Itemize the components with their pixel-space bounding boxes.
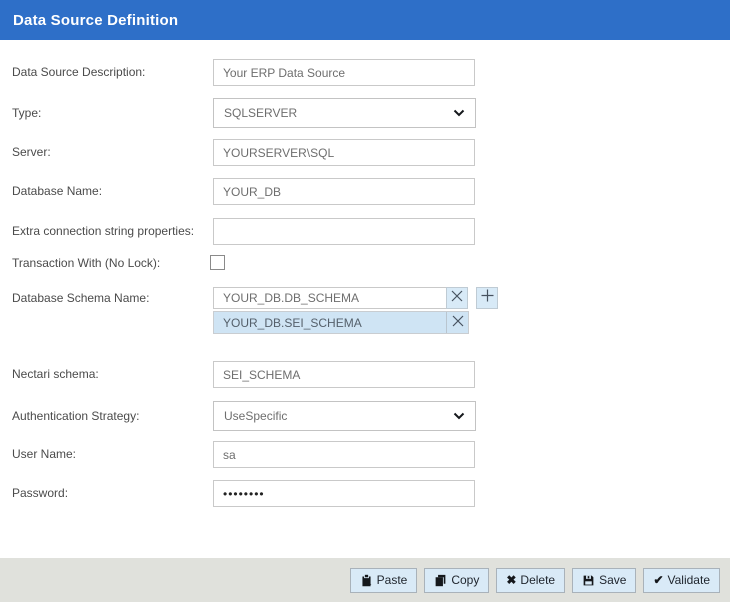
nectari-schema-label: Nectari schema: xyxy=(12,361,99,388)
paste-button[interactable]: Paste xyxy=(350,568,418,593)
database-name-input[interactable] xyxy=(213,178,475,205)
no-lock-label: Transaction With (No Lock): xyxy=(12,251,160,275)
description-input[interactable] xyxy=(213,59,475,86)
plus-icon xyxy=(481,289,494,307)
add-schema-button[interactable] xyxy=(476,287,498,309)
user-name-label: User Name: xyxy=(12,441,76,468)
paste-icon xyxy=(360,574,373,587)
type-select[interactable]: SQLSERVER xyxy=(213,98,476,128)
row-database-schema: Database Schema Name: xyxy=(0,287,730,309)
row-user-name: User Name: xyxy=(0,441,730,468)
validate-button-label: Validate xyxy=(668,573,710,587)
schema-selected-value: YOUR_DB.SEI_SCHEMA xyxy=(214,312,446,333)
type-select-value: SQLSERVER xyxy=(224,106,297,120)
copy-button[interactable]: Copy xyxy=(424,568,489,593)
schema-selected-row[interactable]: YOUR_DB.SEI_SCHEMA xyxy=(213,311,469,334)
extra-properties-label: Extra connection string properties: xyxy=(12,218,194,245)
schema-entry-row xyxy=(213,287,498,309)
database-schema-label: Database Schema Name: xyxy=(12,287,149,309)
row-description: Data Source Description: xyxy=(0,59,730,86)
schema-input[interactable] xyxy=(213,287,447,309)
row-password: Password: xyxy=(0,480,730,507)
authentication-strategy-select[interactable]: UseSpecific xyxy=(213,401,476,431)
panel-header: Data Source Definition xyxy=(0,0,730,40)
row-database-name: Database Name: xyxy=(0,178,730,205)
user-name-input[interactable] xyxy=(213,441,475,468)
remove-schema-button[interactable] xyxy=(446,287,468,309)
row-server: Server: xyxy=(0,139,730,166)
save-icon xyxy=(582,574,595,587)
save-button[interactable]: Save xyxy=(572,568,636,593)
remove-selected-schema-button[interactable] xyxy=(446,312,468,333)
row-nectari-schema: Nectari schema: xyxy=(0,361,730,388)
server-input[interactable] xyxy=(213,139,475,166)
type-label: Type: xyxy=(12,98,41,128)
copy-icon xyxy=(434,574,447,587)
no-lock-checkbox[interactable] xyxy=(210,255,225,270)
nectari-schema-input[interactable] xyxy=(213,361,475,388)
authentication-strategy-value: UseSpecific xyxy=(224,409,287,423)
paste-button-label: Paste xyxy=(377,573,408,587)
chevron-down-icon xyxy=(453,109,465,117)
description-label: Data Source Description: xyxy=(12,59,145,86)
row-authentication-strategy: Authentication Strategy: UseSpecific xyxy=(0,401,730,431)
row-extra-properties: Extra connection string properties: xyxy=(0,218,730,245)
server-label: Server: xyxy=(12,139,51,166)
save-button-label: Save xyxy=(599,573,626,587)
authentication-strategy-label: Authentication Strategy: xyxy=(12,401,139,431)
close-icon xyxy=(451,289,463,307)
page-title: Data Source Definition xyxy=(0,12,178,29)
delete-icon: ✖ xyxy=(506,574,516,586)
validate-button[interactable]: ✔ Validate xyxy=(643,568,720,593)
delete-button[interactable]: ✖ Delete xyxy=(496,568,565,593)
row-no-lock: Transaction With (No Lock): xyxy=(0,251,730,275)
close-icon xyxy=(452,314,464,332)
validate-icon: ✔ xyxy=(653,574,663,586)
row-type: Type: SQLSERVER xyxy=(0,98,730,128)
delete-button-label: Delete xyxy=(520,573,555,587)
footer-toolbar: Paste Copy ✖ Delete Save ✔ Validate xyxy=(0,558,730,602)
password-label: Password: xyxy=(12,480,68,507)
extra-properties-input[interactable] xyxy=(213,218,475,245)
chevron-down-icon xyxy=(453,412,465,420)
copy-button-label: Copy xyxy=(451,573,479,587)
database-name-label: Database Name: xyxy=(12,178,102,205)
password-input[interactable] xyxy=(213,480,475,507)
